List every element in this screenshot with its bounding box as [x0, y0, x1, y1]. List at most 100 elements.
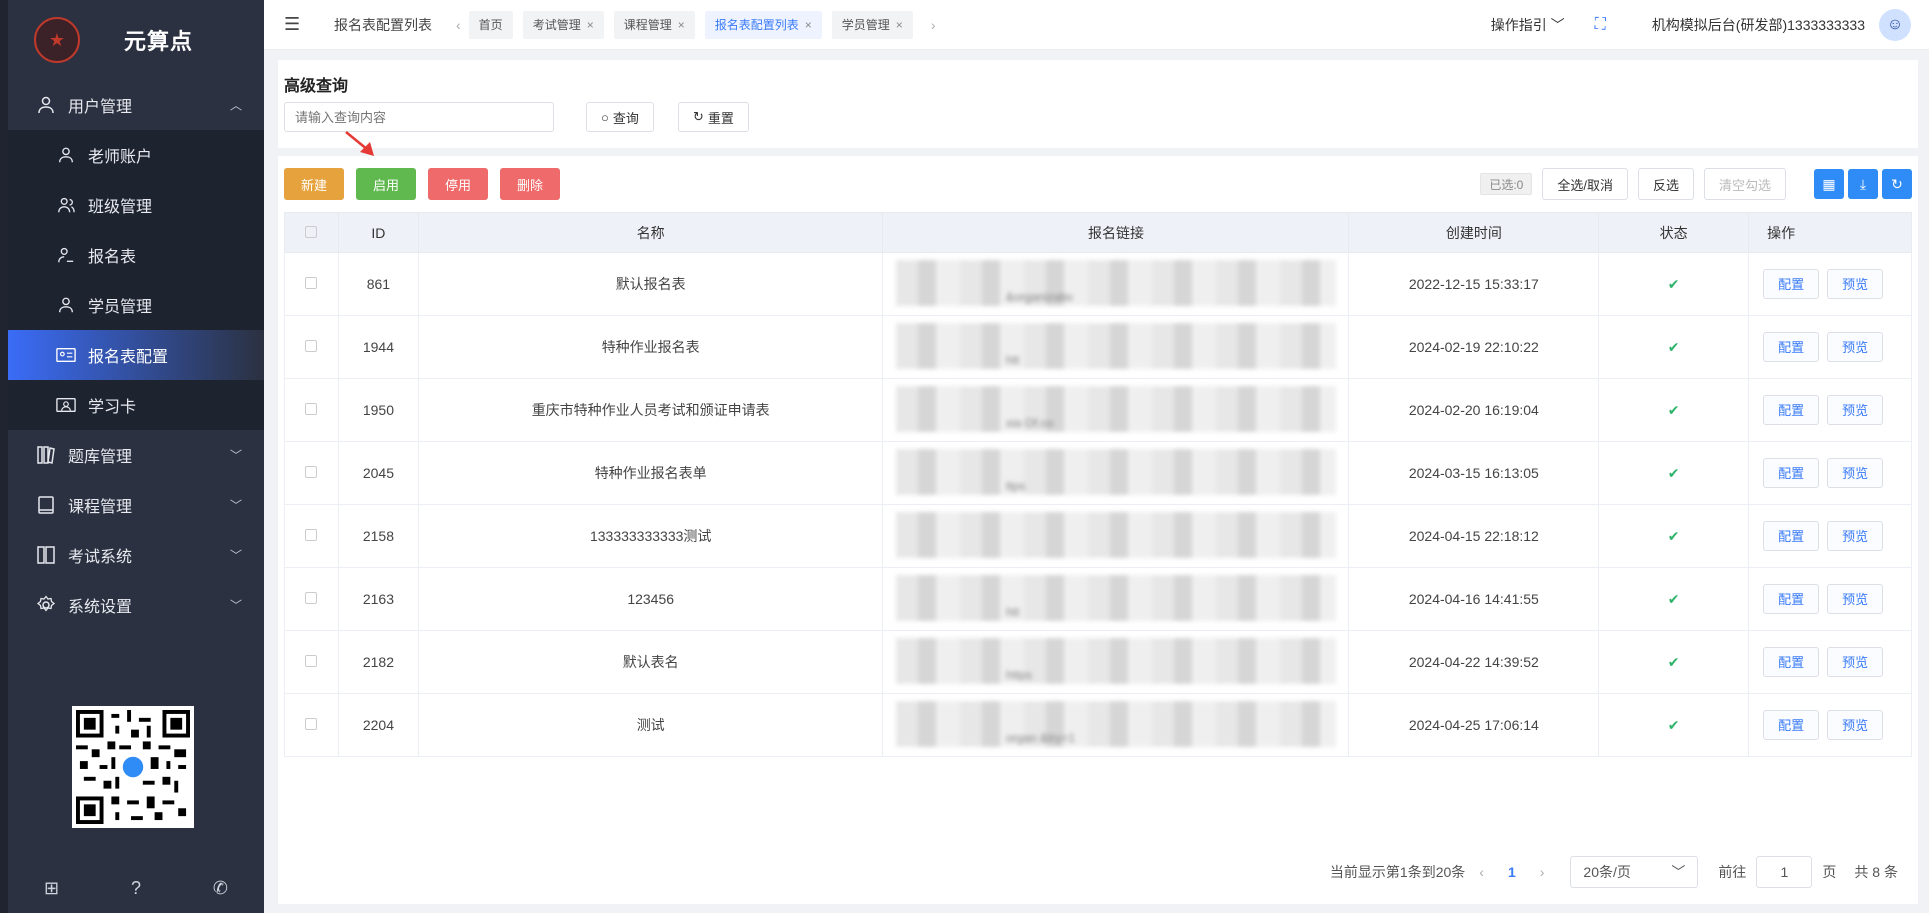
row-checkbox-cell[interactable]: [284, 693, 339, 757]
refresh-icon[interactable]: ↻: [1882, 169, 1912, 199]
sidebar-item-registration-config[interactable]: 报名表配置: [8, 330, 264, 380]
new-button[interactable]: 新建: [284, 168, 344, 200]
config-button[interactable]: 配置: [1763, 584, 1820, 614]
sidebar-item-registration-form[interactable]: 报名表: [8, 230, 264, 280]
checkbox[interactable]: [305, 466, 318, 478]
preview-button[interactable]: 预览: [1827, 395, 1884, 425]
sidebar-item-question-bank[interactable]: 题库管理 ﹀: [8, 430, 264, 480]
disable-button[interactable]: 停用: [428, 168, 488, 200]
row-checkbox-cell[interactable]: [284, 315, 339, 379]
tab-home[interactable]: 首页: [468, 10, 513, 39]
preview-button[interactable]: 预览: [1827, 269, 1884, 299]
config-button[interactable]: 配置: [1763, 395, 1820, 425]
sidebar-item-system-settings[interactable]: 系统设置 ﹀: [8, 580, 264, 630]
sidebar-item-user-management[interactable]: 用户管理 ︿: [8, 80, 264, 130]
page-number[interactable]: 1: [1508, 864, 1516, 880]
registration-table: ID 名称 报名链接 创建时间 状态 操作 861 默认报名表 &organizat…: [284, 212, 1912, 757]
close-icon[interactable]: ×: [587, 11, 594, 39]
prev-page-icon[interactable]: ‹: [1479, 864, 1484, 880]
row-checkbox-cell[interactable]: [284, 378, 339, 442]
group-icon: [54, 193, 78, 217]
redacted-link: htt: [895, 322, 1336, 369]
sidebar-item-course-management[interactable]: 课程管理 ﹀: [8, 480, 264, 530]
preview-button[interactable]: 预览: [1827, 647, 1884, 677]
row-checkbox-cell[interactable]: [284, 252, 339, 316]
checkbox[interactable]: [305, 592, 318, 604]
fullscreen-icon[interactable]: ⛶: [1595, 16, 1606, 34]
checkbox[interactable]: [305, 340, 318, 352]
reset-button[interactable]: ↻ 重置: [678, 102, 749, 132]
tab-exam-management[interactable]: 考试管理 ×: [522, 10, 604, 39]
tabs-next-icon[interactable]: ›: [931, 17, 936, 33]
page-size-select[interactable]: 20条/页 ﹀: [1570, 856, 1699, 888]
cell-status: ✔: [1598, 315, 1750, 379]
goto-input[interactable]: 1: [1756, 856, 1813, 888]
next-page-icon[interactable]: ›: [1540, 864, 1545, 880]
preview-button[interactable]: 预览: [1827, 521, 1884, 551]
select-all-checkbox-cell[interactable]: [284, 212, 339, 253]
cell-name: 123456: [417, 567, 884, 631]
config-button[interactable]: 配置: [1763, 332, 1820, 362]
page-size-label: 20条/页: [1583, 864, 1631, 880]
check-icon: ✔: [1667, 653, 1680, 670]
checkbox[interactable]: [305, 529, 318, 541]
clear-selection-button[interactable]: 清空勾选: [1703, 168, 1786, 200]
invert-selection-button[interactable]: 反选: [1637, 168, 1694, 200]
avatar[interactable]: ☺: [1879, 9, 1911, 41]
screen-icon[interactable]: ⊞: [44, 878, 59, 899]
close-icon[interactable]: ×: [678, 11, 685, 39]
advanced-search: 高级查询 ○ 查询 ↻ 重置: [278, 60, 1918, 148]
close-icon[interactable]: ×: [896, 11, 903, 39]
delete-button[interactable]: 删除: [500, 168, 560, 200]
download-icon[interactable]: ⤓: [1848, 169, 1878, 199]
sidebar-item-teacher-accounts[interactable]: 老师账户: [8, 130, 264, 180]
cell-created: 2024-04-22 14:39:52: [1348, 630, 1600, 694]
query-button[interactable]: ○ 查询: [586, 102, 654, 132]
tabs-prev-icon[interactable]: ‹: [456, 17, 461, 33]
row-checkbox-cell[interactable]: [284, 504, 339, 568]
sidebar-item-label: 考试系统: [68, 549, 133, 566]
sidebar-item-class-management[interactable]: 班级管理: [8, 180, 264, 230]
checkbox[interactable]: [305, 403, 318, 415]
preview-button[interactable]: 预览: [1827, 584, 1884, 614]
sidebar-item-student-management[interactable]: 学员管理: [8, 280, 264, 330]
cell-link: htt: [882, 567, 1350, 631]
checkbox[interactable]: [305, 277, 318, 289]
config-button[interactable]: 配置: [1763, 521, 1820, 551]
sidebar-item-study-card[interactable]: 学习卡: [8, 380, 264, 430]
cell-actions: 配置 预览: [1748, 252, 1912, 316]
checkbox[interactable]: [305, 655, 318, 667]
enable-button[interactable]: 启用: [356, 168, 416, 200]
checkbox[interactable]: [305, 225, 318, 238]
sidebar-item-exam-system[interactable]: 考试系统 ﹀: [8, 530, 264, 580]
cell-name: 133333333333测试: [417, 504, 884, 568]
cell-id: 1950: [337, 378, 419, 442]
phone-icon[interactable]: ✆: [213, 878, 228, 899]
preview-button[interactable]: 预览: [1827, 332, 1884, 362]
user-name[interactable]: 机构模拟后台(研发部)1333333333: [1652, 15, 1865, 35]
cell-status: ✔: [1598, 441, 1750, 505]
config-button[interactable]: 配置: [1763, 710, 1820, 740]
checkbox[interactable]: [305, 718, 318, 730]
row-checkbox-cell[interactable]: [284, 441, 339, 505]
row-checkbox-cell[interactable]: [284, 567, 339, 631]
tab-student-management[interactable]: 学员管理 ×: [831, 10, 913, 39]
tab-course-management[interactable]: 课程管理 ×: [613, 10, 695, 39]
config-button[interactable]: 配置: [1763, 458, 1820, 488]
menu-toggle-icon[interactable]: ☰: [284, 14, 304, 35]
preview-button[interactable]: 预览: [1827, 710, 1884, 740]
tab-registration-config[interactable]: 报名表配置列表 ×: [704, 10, 822, 39]
chevron-down-icon: ﹀: [229, 598, 242, 613]
row-checkbox-cell[interactable]: [284, 630, 339, 694]
config-button[interactable]: 配置: [1763, 647, 1820, 677]
close-icon[interactable]: ×: [805, 11, 812, 39]
select-all-button[interactable]: 全选/取消: [1542, 168, 1628, 200]
guide-dropdown[interactable]: 操作指引 ﹀: [1491, 15, 1565, 35]
search-input[interactable]: [284, 102, 554, 132]
grid-icon[interactable]: ▦: [1814, 169, 1844, 199]
config-button[interactable]: 配置: [1763, 269, 1820, 299]
preview-button[interactable]: 预览: [1827, 458, 1884, 488]
help-icon[interactable]: ?: [131, 878, 141, 899]
tab-label: 考试管理: [532, 17, 581, 32]
link-fragment: ttps: [1005, 478, 1026, 493]
